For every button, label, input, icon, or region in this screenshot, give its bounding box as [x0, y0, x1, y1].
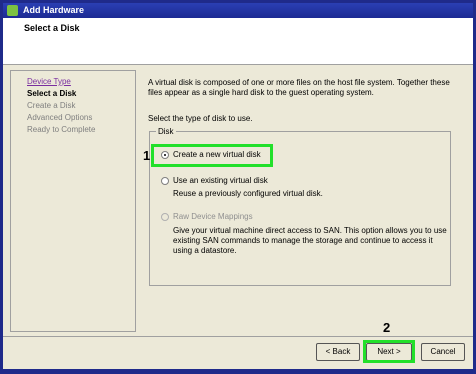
- prompt-text: Select the type of disk to use.: [148, 114, 253, 123]
- step-badge-1: 1: [143, 148, 151, 163]
- step-advanced-options: Advanced Options: [27, 113, 93, 122]
- option-detail-raw-device: Give your virtual machine direct access …: [173, 226, 447, 255]
- option-label-raw-device: Raw Device Mappings: [173, 212, 253, 221]
- cancel-button[interactable]: Cancel: [421, 343, 465, 361]
- highlight-box-create-new: [151, 144, 273, 167]
- radio-existing-disk[interactable]: [161, 177, 169, 185]
- app-icon: [7, 5, 18, 16]
- description-text: A virtual disk is composed of one or mor…: [148, 78, 450, 97]
- step-ready-to-complete: Ready to Complete: [27, 125, 96, 134]
- wizard-steps: Device Type Select a Disk Create a Disk …: [10, 70, 136, 332]
- option-label-existing[interactable]: Use an existing virtual disk: [173, 176, 268, 185]
- radio-raw-device-mappings: [161, 213, 169, 221]
- option-detail-existing: Reuse a previously configured virtual di…: [173, 189, 323, 198]
- back-button[interactable]: < Back: [316, 343, 360, 361]
- step-select-a-disk: Select a Disk: [27, 89, 77, 98]
- step-create-a-disk: Create a Disk: [27, 101, 76, 110]
- content-pane: A virtual disk is composed of one or mor…: [139, 70, 469, 332]
- page-header: Select a Disk: [3, 18, 473, 65]
- window-title: Add Hardware: [23, 5, 85, 15]
- title-bar: Add Hardware: [3, 3, 473, 18]
- step-badge-2: 2: [383, 320, 391, 335]
- dialog-body: Device Type Select a Disk Create a Disk …: [3, 65, 473, 336]
- page-title: Select a Disk: [24, 23, 80, 33]
- highlight-box-next: [363, 340, 415, 363]
- group-label: Disk: [156, 127, 176, 136]
- step-device-type[interactable]: Device Type: [27, 77, 71, 86]
